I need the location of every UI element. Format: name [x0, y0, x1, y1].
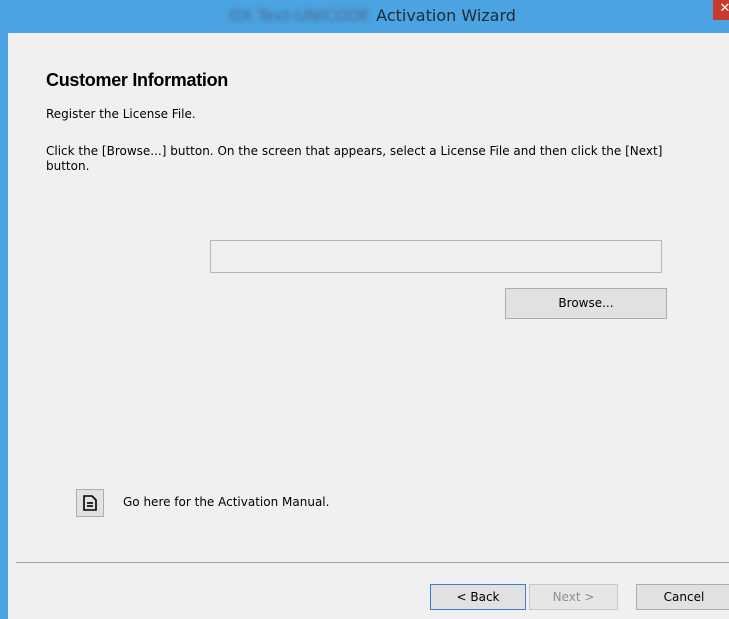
title-bar[interactable]: DX Text-UNICODE Activation Wizard ✕ [8, 0, 729, 33]
page-title: Customer Information [46, 70, 229, 90]
instruction-text: Click the [Browse...] button. On the scr… [46, 144, 663, 173]
browse-button[interactable]: Browse... [505, 288, 667, 319]
window-title-text: Activation Wizard [376, 6, 516, 25]
activation-manual-link[interactable]: Go here for the Activation Manual. [123, 495, 329, 509]
activation-manual-button[interactable] [76, 489, 104, 517]
license-file-path-input[interactable] [210, 240, 662, 273]
next-button[interactable]: Next > [529, 584, 618, 610]
page-subtitle: Register the License File. [46, 107, 196, 121]
wizard-content: Customer Information Register the Licens… [16, 33, 729, 619]
close-icon: ✕ [719, 1, 729, 16]
window-title-product: DX Text-UNICODE [229, 6, 371, 25]
footer-divider [16, 562, 729, 563]
back-button[interactable]: < Back [430, 584, 526, 610]
close-button[interactable]: ✕ [713, 0, 729, 20]
document-icon [83, 495, 97, 511]
cancel-button[interactable]: Cancel [636, 584, 729, 610]
window-title: DX Text-UNICODE Activation Wizard [8, 6, 729, 25]
activation-wizard-window: DX Text-UNICODE Activation Wizard ✕ Custo… [0, 0, 729, 619]
